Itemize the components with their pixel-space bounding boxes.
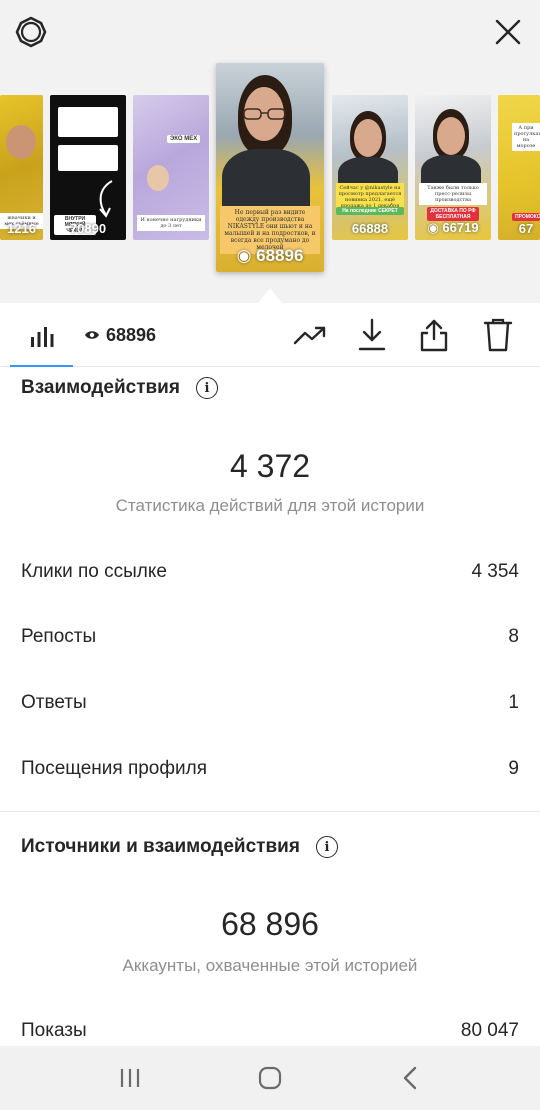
- stat-row-reposts: Репосты 8: [21, 626, 519, 648]
- story-thumbnail[interactable]: ЭКО МЕХ И конечно нагрудники до 3 лет: [133, 95, 209, 240]
- story-caption: И конечно нагрудники до 3 лет: [137, 215, 205, 231]
- story-tag: ПРОМОКОД: [512, 213, 540, 221]
- story-tag: На последние СЕКРЕТ: [336, 207, 404, 215]
- story-thumbnail[interactable]: А при прогулках на морозе ПРОМОКОД 67: [498, 95, 540, 240]
- views-counter: 68896: [84, 325, 156, 346]
- story-view-count: 1216: [7, 221, 36, 236]
- stat-label: Клики по ссылке: [21, 561, 167, 582]
- story-view-count: 70890: [69, 221, 107, 236]
- story-view-count: ◉ 68896: [236, 246, 304, 265]
- download-icon[interactable]: [352, 315, 392, 355]
- interactions-subtitle: Статистика действий для этой истории: [115, 496, 425, 515]
- share-icon[interactable]: [414, 315, 454, 355]
- discovery-title: Источники и взаимодействия: [21, 836, 300, 857]
- interactions-total: 4 372: [229, 448, 311, 484]
- eye-icon: ◉: [236, 246, 257, 265]
- story-strip: жвачики и мех съёмные 1216 ВНУТРИ МЯГКИЙ…: [0, 0, 540, 303]
- stat-label: Ответы: [21, 692, 87, 713]
- section-divider: [0, 811, 540, 812]
- story-view-count: 66888: [351, 221, 389, 236]
- story-thumbnail-selected[interactable]: Не первый раз видите одежду производства…: [216, 63, 324, 272]
- story-tag: ДОСТАВКА ПО РФ БЕСПЛАТНАЯ: [427, 207, 479, 221]
- trash-icon[interactable]: [478, 315, 518, 355]
- story-thumbnail[interactable]: ВНУТРИ МЯГКИЙ ЧЕХОЛ 70890: [50, 95, 126, 240]
- stat-value: 1: [508, 692, 519, 713]
- stat-value: 9: [508, 758, 519, 779]
- stat-label: Показы: [21, 1020, 87, 1041]
- stat-label: Репосты: [21, 626, 97, 647]
- views-count-value: 68896: [106, 325, 157, 345]
- discovery-total: 68 896: [221, 906, 319, 942]
- stat-row-profile-visits: Посещения профиля 9: [21, 758, 519, 780]
- story-thumbnail[interactable]: Также были только пресс-релизы производс…: [415, 95, 491, 240]
- trending-up-icon[interactable]: [290, 317, 330, 353]
- discovery-subtitle: Аккаунты, охваченные этой историей: [122, 956, 418, 975]
- discovery-section-title: Источники и взаимодействия i: [21, 836, 338, 858]
- back-icon[interactable]: [390, 1060, 430, 1096]
- system-navigation-bar: [0, 1046, 540, 1110]
- story-caption: Также были только пресс-релизы производс…: [419, 183, 487, 205]
- interactions-section-title: Взаимодействия i: [21, 377, 218, 399]
- eye-icon: [84, 325, 100, 346]
- stat-row-replies: Ответы 1: [21, 692, 519, 714]
- stat-value: 4 354: [471, 561, 519, 582]
- story-thumbnail[interactable]: жвачики и мех съёмные 1216: [0, 95, 43, 240]
- selection-pointer: [258, 288, 282, 303]
- info-icon[interactable]: i: [315, 836, 338, 858]
- stat-row-link-clicks: Клики по ссылке 4 354: [21, 561, 519, 583]
- story-view-count: 67: [518, 221, 534, 236]
- gear-icon[interactable]: [13, 14, 49, 50]
- story-view-count: ◉ 66719: [427, 220, 479, 235]
- active-tab-indicator: [10, 365, 73, 367]
- recent-apps-icon[interactable]: [110, 1060, 150, 1096]
- stat-value: 80 047: [460, 1020, 519, 1041]
- eye-icon: ◉: [427, 220, 443, 235]
- story-thumbnail[interactable]: Сейчас у @nikastyle на просмотр предлага…: [332, 95, 408, 240]
- story-caption: А при прогулках на морозе: [512, 123, 540, 151]
- interactions-title: Взаимодействия: [21, 377, 180, 398]
- info-icon[interactable]: i: [195, 377, 218, 399]
- bar-chart-icon[interactable]: [22, 319, 62, 353]
- close-icon[interactable]: [490, 14, 526, 50]
- story-badge: ЭКО МЕХ: [167, 135, 201, 143]
- stat-row-impressions: Показы 80 047: [21, 1020, 519, 1042]
- stat-label: Посещения профиля: [21, 758, 207, 779]
- home-icon[interactable]: [250, 1060, 290, 1096]
- story-toolbar: 68896: [0, 303, 540, 367]
- stat-value: 8: [508, 626, 519, 647]
